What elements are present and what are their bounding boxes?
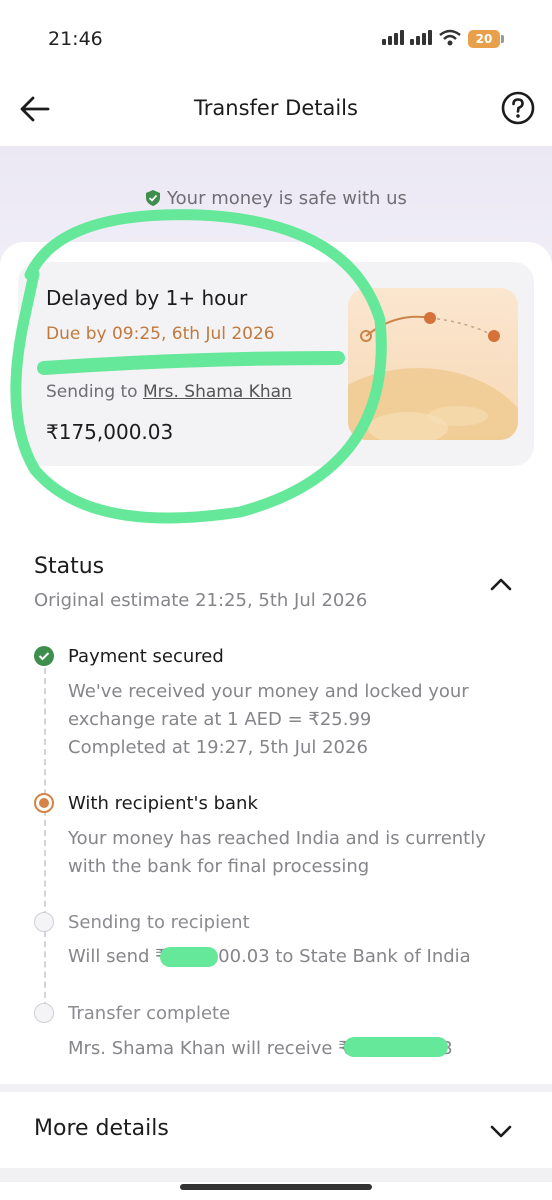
step-line: Your money has reached India and is curr… (68, 828, 486, 849)
step-description: Will send ₹175,000.03 to State Bank of I… (68, 943, 528, 971)
pending-circle-icon (34, 1003, 54, 1023)
timeline-connector (44, 668, 46, 1008)
status-bar: 21:46 20 (0, 0, 552, 80)
more-details-toggle[interactable]: More details (34, 1116, 169, 1141)
step-line: Completed at 19:27, 5th Jul 2026 (68, 737, 368, 758)
in-progress-icon (34, 793, 54, 813)
step-line: Will send ₹175,000.03 to State Bank of I… (68, 946, 471, 967)
signal-icon (410, 30, 432, 45)
step-description: We've received your money and locked you… (68, 678, 528, 762)
home-indicator (180, 1184, 372, 1190)
step-line: We've received your money and locked you… (68, 681, 469, 702)
safe-banner: Your money is safe with us (0, 188, 552, 209)
signal-icon (382, 30, 404, 45)
route-illustration (348, 288, 518, 440)
clock: 21:46 (48, 28, 103, 50)
due-time: Due by 09:25, 6th Jul 2026 (46, 324, 275, 344)
recipient-prefix: Sending to (46, 382, 143, 402)
chevron-down-icon[interactable] (486, 1116, 516, 1146)
transfer-amount: ₹175,000.03 (46, 420, 174, 444)
safe-banner-text: Your money is safe with us (167, 188, 407, 209)
section-divider (0, 1168, 552, 1182)
step-title: With recipient's bank (68, 793, 258, 814)
step-description: Your money has reached India and is curr… (68, 825, 528, 881)
recipient-link[interactable]: Mrs. Shama Khan (143, 382, 292, 402)
redaction-mark (344, 1037, 448, 1057)
step-title: Sending to recipient (68, 912, 250, 933)
pending-circle-icon (34, 912, 54, 932)
recipient-line: Sending to Mrs. Shama Khan (46, 382, 292, 402)
step-title: Payment secured (68, 646, 224, 667)
step-line: with the bank for final processing (68, 856, 370, 877)
delay-status: Delayed by 1+ hour (46, 286, 248, 310)
chevron-up-icon[interactable] (486, 570, 516, 600)
check-circle-icon (34, 646, 54, 666)
redaction-mark (160, 947, 218, 967)
section-divider (0, 1084, 552, 1092)
step-line: exchange rate at 1 AED = ₹25.99 (68, 709, 372, 730)
transfer-summary-card: Delayed by 1+ hour Due by 09:25, 6th Jul… (18, 262, 534, 466)
shield-check-icon (146, 190, 161, 206)
app-header: Transfer Details (0, 80, 552, 146)
original-estimate: Original estimate 21:25, 5th Jul 2026 (34, 590, 368, 611)
step-description: Mrs. Shama Khan will receive ₹175,000.03 (68, 1035, 528, 1063)
battery-icon: 20 (468, 30, 504, 48)
wifi-icon (439, 29, 461, 46)
help-circle-icon[interactable] (500, 90, 536, 126)
step-title: Transfer complete (68, 1003, 231, 1024)
step-line: Mrs. Shama Khan will receive ₹175,000.03 (68, 1038, 453, 1059)
status-heading: Status (34, 554, 105, 579)
page-title: Transfer Details (194, 96, 358, 120)
